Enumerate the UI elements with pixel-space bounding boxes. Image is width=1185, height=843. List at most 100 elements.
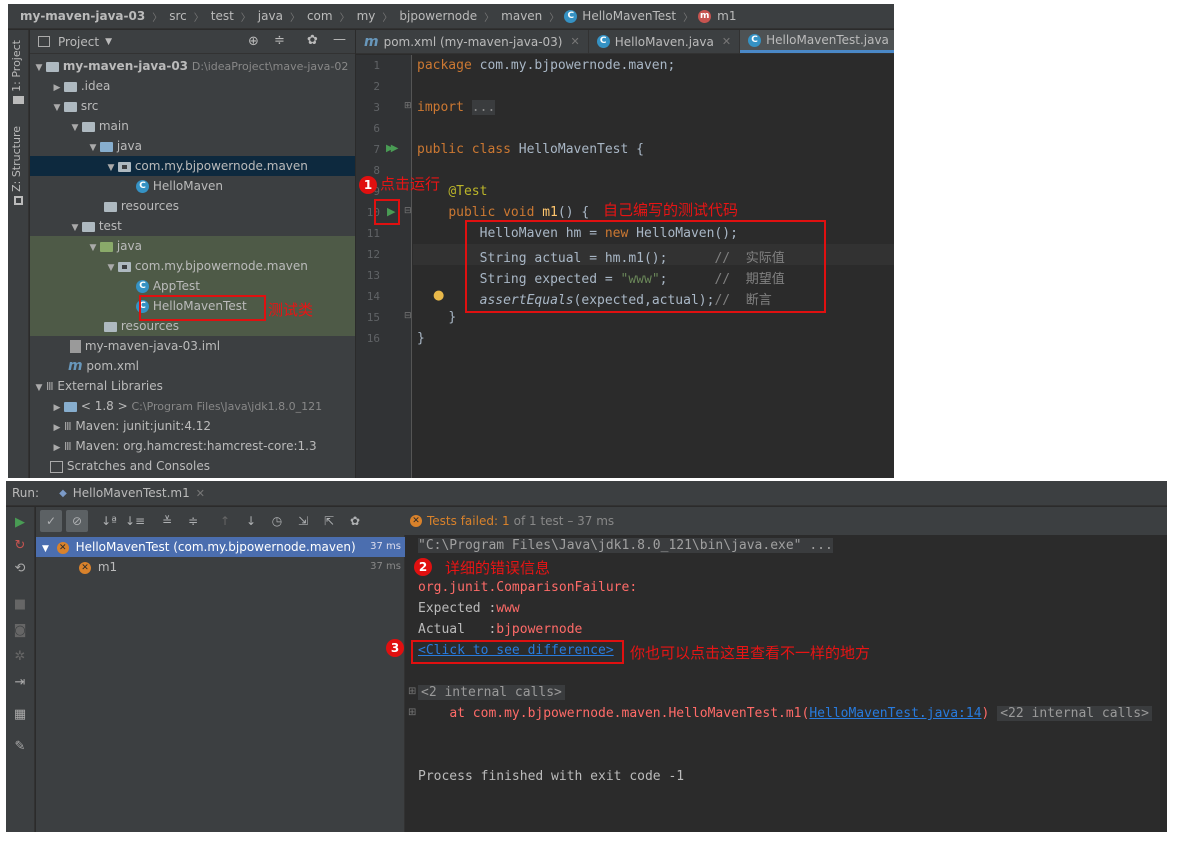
toggle-autotest-icon[interactable]: ⟲ (12, 561, 28, 577)
tree-item-external-libraries[interactable]: ▼ Ⅲ External Libraries (30, 376, 355, 396)
run-class-icon[interactable]: ▶▶ (386, 143, 399, 154)
stop-icon[interactable]: ■ (12, 597, 28, 613)
tree-item-main-java[interactable]: ▼ java (30, 136, 355, 156)
annotation-marker: 1 (359, 176, 377, 194)
tree-item-main[interactable]: ▼ main (30, 116, 355, 136)
tree-item-junit[interactable]: ▶ Ⅲ Maven: junit:junit:4.12 (30, 416, 355, 436)
lightbulb-icon[interactable]: ● (433, 288, 444, 303)
export-tests-icon[interactable]: ⇱ (318, 510, 340, 532)
tree-item-idea[interactable]: ▶ .idea (30, 76, 355, 96)
console-output[interactable]: "C:\Program Files\Java\jdk1.8.0_121\bin\… (406, 535, 1167, 832)
tree-item-apptest[interactable]: C AppTest (30, 276, 355, 296)
tree-item-iml[interactable]: my-maven-java-03.iml (30, 336, 355, 356)
import-tests-icon[interactable]: ⇲ (292, 510, 314, 532)
gear-icon[interactable]: ✿ (307, 33, 318, 48)
test-class-row[interactable]: ▼ ✕ HelloMavenTest (com.my.bjpowernode.m… (36, 537, 405, 557)
tree-item-hellomaven[interactable]: C HelloMaven (30, 176, 355, 196)
chevron-down-icon[interactable]: ▼ (32, 58, 46, 78)
sort-duration-icon[interactable]: ↓≡ (124, 510, 146, 532)
chevron-down-icon[interactable]: ▼ (68, 118, 82, 138)
tree-item-main-resources[interactable]: resources (30, 196, 355, 216)
breadcrumb-item[interactable]: m1 (715, 9, 738, 23)
collapse-all-icon[interactable]: ≑ (274, 33, 285, 48)
console-internal-calls-22[interactable]: <22 internal calls> (997, 706, 1152, 721)
tree-item-label: test (98, 219, 122, 233)
chevron-down-icon[interactable]: ▼ (42, 544, 49, 554)
collapse-all-icon[interactable]: ≑ (182, 510, 204, 532)
chevron-down-icon[interactable]: ▼ (50, 98, 64, 118)
test-method-row[interactable]: ✕ m1 37 ms (36, 557, 405, 577)
exit-icon[interactable]: ⇥ (12, 675, 28, 691)
history-icon[interactable]: ◷ (266, 510, 288, 532)
breadcrumb-item[interactable]: maven (499, 9, 544, 23)
fold-icon[interactable]: ⊟ (404, 311, 412, 321)
breadcrumb-item[interactable]: my (355, 9, 378, 23)
next-failed-icon[interactable]: ↓ (240, 510, 262, 532)
gear-icon[interactable]: ✿ (344, 510, 366, 532)
tree-item-test[interactable]: ▼ test (30, 216, 355, 236)
project-view-dropdown[interactable]: Project (58, 35, 99, 49)
breadcrumb-item[interactable]: com (305, 9, 335, 23)
chevron-right-icon[interactable]: ▶ (50, 418, 64, 438)
minimize-icon[interactable]: — (333, 32, 346, 47)
tab-hellomaventest[interactable]: CHelloMavenTest.java✕ (740, 30, 894, 53)
breadcrumb-item[interactable]: src (167, 9, 189, 23)
layout-icon[interactable]: ▦ (12, 707, 28, 723)
breadcrumb-item[interactable]: HelloMavenTest (580, 9, 678, 23)
expand-icon[interactable]: ⊞ (408, 686, 416, 697)
tree-item-pom[interactable]: m pom.xml (30, 356, 355, 376)
fold-icon[interactable]: ⊟ (404, 206, 412, 216)
stack-frame-link[interactable]: HelloMavenTest.java:14 (809, 706, 981, 721)
tree-item-test-package[interactable]: ▼ com.my.bjpowernode.maven (30, 256, 355, 276)
chevron-down-icon[interactable]: ▼ (104, 158, 118, 178)
tab-hellomaven[interactable]: C HelloMaven.java ✕ (589, 30, 741, 53)
chevron-down-icon[interactable]: ▼ (86, 138, 100, 158)
close-icon[interactable]: ✕ (570, 35, 579, 48)
fold-icon[interactable]: ⊞ (404, 101, 412, 111)
pin-icon[interactable]: ✎ (12, 739, 28, 755)
test-results-tree: ▼ ✕ HelloMavenTest (com.my.bjpowernode.m… (36, 535, 405, 832)
chevron-down-icon[interactable]: ▼ (104, 258, 118, 278)
line-number: 15 (366, 311, 380, 324)
tab-pom[interactable]: m pom.xml (my-maven-java-03) ✕ (356, 30, 589, 53)
tab-structure[interactable]: Z: Structure (10, 126, 23, 192)
tree-item-main-package[interactable]: ▼ com.my.bjpowernode.maven (30, 156, 355, 176)
previous-failed-icon[interactable]: ↑ (214, 510, 236, 532)
chevron-right-icon[interactable]: ▶ (50, 78, 64, 98)
failed-icon: ✕ (410, 515, 422, 527)
chevron-right-icon[interactable]: ▶ (50, 438, 64, 458)
breadcrumb-item[interactable]: my-maven-java-03 (18, 9, 147, 23)
tree-item-hamcrest[interactable]: ▶ Ⅲ Maven: org.hamcrest:hamcrest-core:1.3 (30, 436, 355, 456)
chevron-down-icon[interactable]: ▼ (86, 238, 100, 258)
sort-alpha-icon[interactable]: ↓ª (98, 510, 120, 532)
breadcrumb-item[interactable]: test (209, 9, 236, 23)
expand-icon[interactable]: ⊞ (408, 707, 416, 718)
tree-item-test-java[interactable]: ▼ java (30, 236, 355, 256)
chevron-down-icon[interactable]: ▼ (32, 378, 46, 398)
camera-icon[interactable]: ◙ (12, 623, 28, 639)
tab-project[interactable]: 1: Project (10, 40, 23, 92)
breadcrumb-item[interactable]: bjpowernode (397, 9, 479, 23)
run-tab[interactable]: HelloMavenTest.m1 (73, 486, 190, 500)
rerun-failed-icon[interactable]: ↻ (12, 538, 28, 554)
show-ignored-icon[interactable]: ⊘ (66, 510, 88, 532)
tree-item-jdk[interactable]: ▶ < 1.8 > C:\Program Files\Java\jdk1.8.0… (30, 396, 355, 416)
show-passed-icon[interactable]: ✓ (40, 510, 62, 532)
close-icon[interactable]: ✕ (196, 487, 205, 500)
tree-item-src[interactable]: ▼ src (30, 96, 355, 116)
breadcrumb-item[interactable]: java (256, 9, 285, 23)
tree-item-project-root[interactable]: ▼ my-maven-java-03 D:\ideaProject\mave-j… (30, 56, 355, 76)
tree-item-label: .idea (80, 79, 111, 93)
jdk-icon (64, 401, 77, 412)
chevron-down-icon[interactable]: ▼ (105, 37, 112, 47)
debug-icon[interactable]: ✲ (12, 649, 28, 665)
rerun-icon[interactable]: ▶ (12, 515, 28, 531)
chevron-down-icon[interactable]: ▼ (68, 218, 82, 238)
expand-all-icon[interactable]: ≚ (156, 510, 178, 532)
line-number: 12 (366, 248, 380, 261)
chevron-right-icon[interactable]: ▶ (50, 398, 64, 418)
tree-item-scratches[interactable]: Scratches and Consoles (30, 456, 355, 476)
console-internal-calls[interactable]: <2 internal calls> (418, 685, 565, 700)
locate-icon[interactable]: ⊕ (248, 34, 259, 49)
close-icon[interactable]: ✕ (722, 35, 731, 48)
